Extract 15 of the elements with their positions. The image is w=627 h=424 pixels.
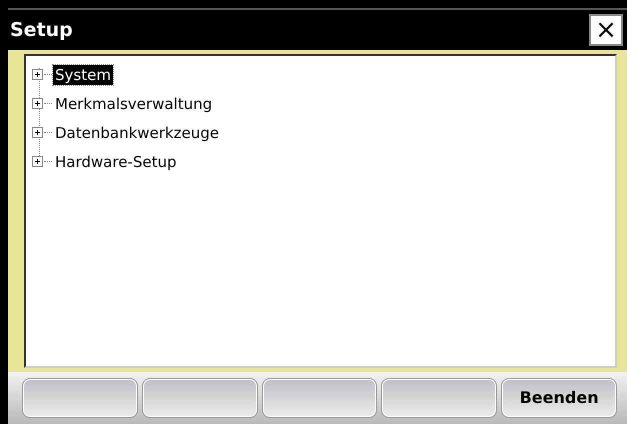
expand-icon[interactable]: [32, 127, 43, 138]
close-button[interactable]: ×: [589, 14, 623, 46]
expand-icon[interactable]: [32, 69, 43, 80]
tree-item[interactable]: System: [53, 64, 113, 84]
tree-item[interactable]: Datenbankwerkzeuge: [53, 122, 221, 142]
expand-icon[interactable]: [32, 156, 43, 167]
blank-button[interactable]: [142, 378, 258, 418]
blank-button[interactable]: [262, 378, 378, 418]
tree-item[interactable]: Merkmalsverwaltung: [53, 94, 214, 114]
expand-icon[interactable]: [32, 98, 43, 109]
function-button[interactable]: Beenden: [501, 378, 617, 418]
blank-button[interactable]: [381, 378, 498, 418]
window-title: Setup: [10, 18, 73, 43]
blank-button[interactable]: [22, 378, 138, 418]
tree-item[interactable]: Hardware-Setup: [53, 152, 178, 172]
